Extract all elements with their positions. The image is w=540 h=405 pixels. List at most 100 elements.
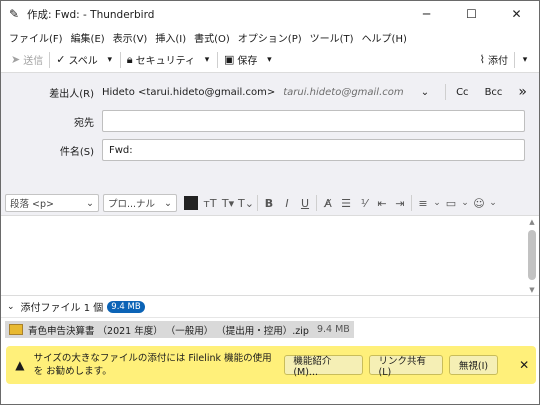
font-larger-icon[interactable]: T▾ xyxy=(219,197,237,210)
cc-button[interactable]: Cc xyxy=(448,87,476,98)
clear-format-icon[interactable]: A̸ xyxy=(319,197,337,210)
chevron-down-icon[interactable]: ⌄ xyxy=(7,302,15,312)
chevron-down-icon: ⌄ xyxy=(164,197,172,209)
save-button[interactable]: ▣ 保存 xyxy=(220,50,261,70)
minimize-button[interactable]: ─ xyxy=(404,1,449,27)
font-smaller-icon[interactable]: ᴛT xyxy=(201,197,219,210)
more-headers-icon[interactable]: » xyxy=(510,84,539,100)
chevron-down-icon: ⌄ xyxy=(86,197,94,209)
menu-help[interactable]: ヘルプ(H) xyxy=(358,30,411,45)
spellcheck-icon: ✓ xyxy=(56,53,66,66)
pencil-icon: ✎ xyxy=(8,7,20,21)
attachment-size-badge: 9.4 MB xyxy=(107,300,145,313)
attach-button[interactable]: ⌇ 添付 xyxy=(476,50,512,70)
chevron-down-icon[interactable]: ⌄ xyxy=(460,198,470,208)
text-color-icon[interactable] xyxy=(184,196,198,210)
subject-row: 件名(S) Fwd: xyxy=(1,137,539,163)
filelink-notification: ▲ サイズの大きなファイルの添付には Filelink 機能の使用を お勧めしま… xyxy=(6,346,536,384)
to-label: 宛先 xyxy=(74,117,94,129)
notification-message: サイズの大きなファイルの添付には Filelink 機能の使用を お勧めします。 xyxy=(33,353,272,377)
menu-edit[interactable]: 編集(E) xyxy=(67,30,109,45)
body-scrollbar[interactable]: ▲ ▼ xyxy=(525,216,539,296)
send-icon: ➤ xyxy=(11,53,21,66)
zip-file-icon xyxy=(9,324,23,335)
send-label: 送信 xyxy=(23,56,44,67)
lock-icon: 🔒︎ xyxy=(126,52,133,66)
menu-tools[interactable]: ツール(T) xyxy=(306,30,358,45)
menu-format[interactable]: 書式(O) xyxy=(190,30,234,45)
security-button[interactable]: 🔒︎ セキュリティ xyxy=(123,50,199,70)
close-button[interactable]: ✕ xyxy=(494,1,539,27)
chevron-down-icon[interactable]: ⌄ xyxy=(432,198,442,208)
save-label: 保存 xyxy=(237,56,258,67)
from-row: 差出人(R) Hideto <tarui.hideto@gmail.com> t… xyxy=(1,79,539,105)
outdent-icon[interactable]: ⇤ xyxy=(373,197,391,210)
toolbar-divider xyxy=(514,51,515,68)
chevron-down-icon[interactable]: ⌄ xyxy=(413,87,443,98)
to-row: 宛先 xyxy=(1,108,539,134)
toolbar-divider xyxy=(119,51,121,68)
to-field[interactable] xyxy=(102,110,525,132)
attach-dropdown[interactable]: ▾ xyxy=(517,55,533,65)
scroll-down-icon[interactable]: ▼ xyxy=(525,286,539,294)
bcc-button[interactable]: Bcc xyxy=(477,87,511,98)
align-icon[interactable]: ≡ xyxy=(414,197,432,210)
toolbar-divider xyxy=(49,51,51,68)
format-divider xyxy=(257,195,258,211)
subject-field[interactable]: Fwd: xyxy=(102,139,525,161)
maximize-button[interactable]: ☐ xyxy=(449,1,494,27)
paperclip-icon: ⌇ xyxy=(479,53,485,66)
italic-icon[interactable]: I xyxy=(278,197,296,210)
format-divider xyxy=(411,195,412,211)
scroll-up-icon[interactable]: ▲ xyxy=(525,218,539,226)
menu-options[interactable]: オプション(P) xyxy=(234,30,306,45)
header-divider xyxy=(445,84,447,100)
attachment-header[interactable]: ⌄ 添付ファイル 1 個 9.4 MB xyxy=(1,296,539,318)
message-body[interactable]: ▲ ▼ xyxy=(1,216,539,296)
send-button[interactable]: ➤ 送信 xyxy=(7,50,47,70)
from-identity[interactable]: Hideto <tarui.hideto@gmail.com> xyxy=(102,87,275,98)
learn-more-button[interactable]: 機能紹介(M)... xyxy=(284,355,364,378)
indent-icon[interactable]: ⇥ xyxy=(391,197,409,210)
link-share-button[interactable]: リンク共有(L) xyxy=(369,355,443,378)
ignore-button[interactable]: 無視(I) xyxy=(448,355,499,375)
font-select[interactable]: プロ...ナル ⌄ xyxy=(103,194,177,212)
attachment-name: 青色申告決算書 （2021 年度） （一般用） （提出用・控用）.zip xyxy=(28,325,309,337)
window-title: 作成: Fwd: - Thunderbird xyxy=(27,8,155,21)
font-value: プロ...ナル xyxy=(108,199,156,210)
text-style-icon[interactable]: T⌄ xyxy=(237,197,255,210)
from-label: 差出人(R) xyxy=(49,88,94,100)
numbered-list-icon[interactable]: ⅟ xyxy=(355,197,373,210)
warning-icon: ▲ xyxy=(15,358,25,372)
menu-view[interactable]: 表示(V) xyxy=(109,30,152,45)
emoji-icon[interactable]: ☺ xyxy=(470,197,488,210)
attachment-item[interactable]: 青色申告決算書 （2021 年度） （一般用） （提出用・控用）.zip 9.4… xyxy=(5,321,354,338)
menu-insert[interactable]: 挿入(I) xyxy=(151,30,190,45)
header-area: 差出人(R) Hideto <tarui.hideto@gmail.com> t… xyxy=(1,73,539,216)
compose-toolbar: ➤ 送信 ✓ スペル ▾ 🔒︎ セキュリティ ▾ ▣ 保存 ▾ ⌇ 添付 ▾ xyxy=(1,47,539,73)
chevron-down-icon[interactable]: ⌄ xyxy=(488,198,498,208)
spell-button[interactable]: ✓ スペル xyxy=(52,50,102,70)
menu-bar: ファイル(F) 編集(E) 表示(V) 挿入(I) 書式(O) オプション(P)… xyxy=(1,27,539,47)
menu-file[interactable]: ファイル(F) xyxy=(5,30,67,45)
from-email: tarui.hideto@gmail.com xyxy=(283,86,404,98)
scrollbar-thumb[interactable] xyxy=(528,230,536,280)
save-icon: ▣ xyxy=(224,53,235,66)
title-bar: ✎ 作成: Fwd: - Thunderbird ─ ☐ ✕ xyxy=(1,1,539,27)
spell-dropdown[interactable]: ▾ xyxy=(102,55,118,65)
close-icon[interactable]: ✕ xyxy=(512,358,536,372)
bold-icon[interactable]: B xyxy=(260,197,278,210)
paragraph-select[interactable]: 段落 <p> ⌄ xyxy=(5,194,99,212)
save-dropdown[interactable]: ▾ xyxy=(261,55,277,65)
format-toolbar: 段落 <p> ⌄ プロ...ナル ⌄ ᴛT T▾ T⌄ B I U A̸ ☰ ⅟… xyxy=(1,191,539,215)
insert-image-icon[interactable]: ▭ xyxy=(442,197,460,210)
attachment-count: 添付ファイル 1 個 xyxy=(20,303,104,314)
security-dropdown[interactable]: ▾ xyxy=(199,55,215,65)
subject-label: 件名(S) xyxy=(59,146,94,158)
security-label: セキュリティ xyxy=(135,56,196,67)
underline-icon[interactable]: U xyxy=(296,197,314,210)
bulleted-list-icon[interactable]: ☰ xyxy=(337,197,355,210)
attach-label: 添付 xyxy=(488,56,508,67)
format-divider xyxy=(316,195,317,211)
toolbar-divider xyxy=(217,51,219,68)
